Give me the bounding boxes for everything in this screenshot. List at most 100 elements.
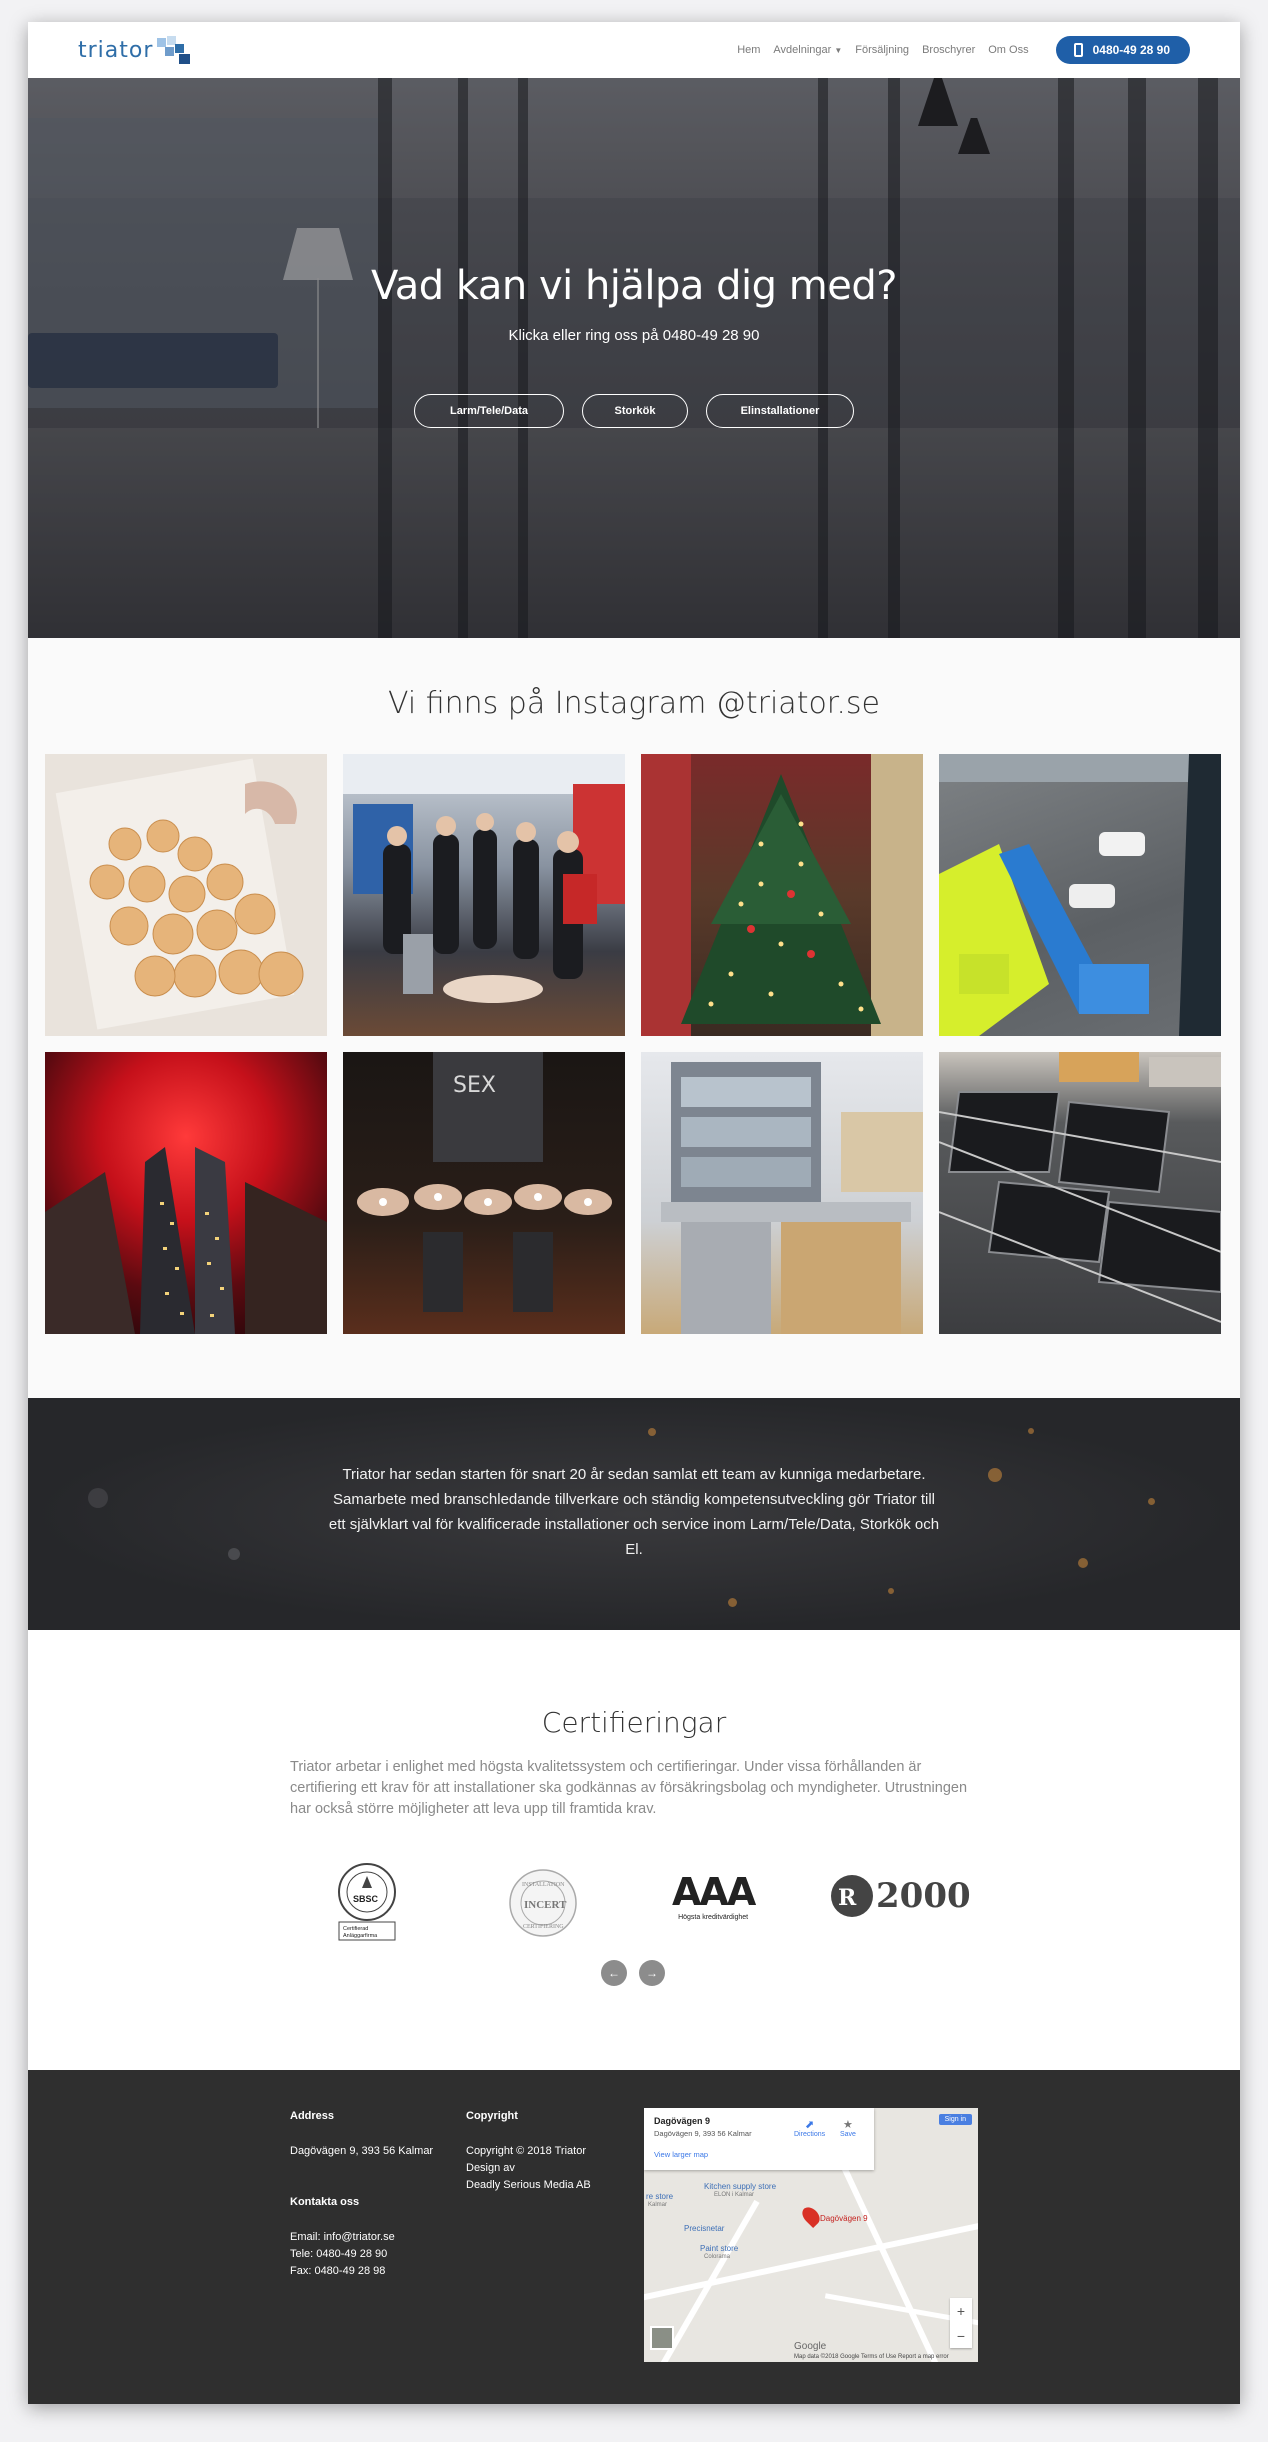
logo-mark-icon bbox=[155, 36, 191, 64]
logo-text: triator bbox=[78, 37, 154, 63]
map-signin-button[interactable]: Sign in bbox=[938, 2114, 972, 2125]
instagram-photo-solpaneler[interactable] bbox=[939, 1052, 1221, 1334]
phone-label: 0480-49 28 90 bbox=[1092, 43, 1170, 57]
storkok-button[interactable]: Storkök bbox=[582, 394, 688, 428]
footer-address-col: Address Dagövägen 9, 393 56 Kalmar Konta… bbox=[290, 2108, 433, 2280]
skylift-illustration bbox=[939, 754, 1221, 1036]
footer-address: Dagövägen 9, 393 56 Kalmar bbox=[290, 2145, 434, 2157]
aaa-logo: AAA Högsta kreditvärdighet bbox=[672, 1870, 756, 1921]
map-directions-button[interactable]: ⬈ Directions bbox=[794, 2118, 825, 2138]
instagram-title: Vi finns på Instagram @triator.se bbox=[387, 686, 881, 721]
carousel-arrows: ← → bbox=[601, 1960, 665, 1986]
bokeh-dot bbox=[988, 1468, 1002, 1482]
svg-text:R: R bbox=[838, 1885, 857, 1911]
map-zoom-control: + − bbox=[950, 2298, 972, 2348]
map-poi-store-sub: Kalmar bbox=[648, 2202, 668, 2208]
arrow-right-icon: → bbox=[646, 1966, 658, 1980]
kitchen-illustration bbox=[661, 1062, 923, 1334]
hero-title: Vad kan vi hjälpa dig med? bbox=[371, 263, 897, 309]
bokeh-dot bbox=[1078, 1558, 1088, 1568]
hero-buttons: Larm/Tele/Data Storkök Elinstallationer bbox=[28, 394, 1240, 428]
nav-item-hem[interactable]: Hem bbox=[737, 44, 760, 56]
instagram-photo-julgran[interactable] bbox=[641, 754, 923, 1036]
about-text: Triator har sedan starten för snart 20 å… bbox=[328, 1466, 940, 1558]
sbsc-logo: SBSC Certifierad Anläggarfirma bbox=[334, 1862, 400, 1947]
instagram-photo-haender[interactable]: SEX bbox=[343, 1052, 625, 1334]
site-footer: Address Dagövägen 9, 393 56 Kalmar Konta… bbox=[28, 2070, 1240, 2404]
fr2000-text: 2000 bbox=[876, 1876, 971, 1916]
elinstallationer-button[interactable]: Elinstallationer bbox=[706, 394, 854, 428]
footer-copyright-line2: Design av bbox=[466, 2162, 515, 2174]
logo[interactable]: triator bbox=[78, 36, 191, 64]
certifications-title: Certifieringar bbox=[541, 1706, 727, 1739]
footer-copyright-col: Copyright Copyright © 2018 Triator Desig… bbox=[466, 2108, 591, 2194]
footer-contact-heading: Kontakta oss bbox=[290, 2196, 360, 2208]
footer-copyright-line3[interactable]: Deadly Serious Media AB bbox=[466, 2177, 591, 2194]
zoom-out-icon[interactable]: − bbox=[957, 2328, 965, 2344]
aaa-text: AAA bbox=[672, 1870, 756, 1914]
map-poi-kitchen-sub: ELON i Kalmar bbox=[714, 2192, 755, 2198]
bokeh-dot bbox=[728, 1598, 737, 1607]
christmas-tree-illustration bbox=[641, 754, 923, 1036]
footer-tele[interactable]: Tele: 0480-49 28 90 bbox=[290, 2246, 433, 2263]
bokeh-dot bbox=[88, 1488, 108, 1508]
incert-text: INCERT bbox=[524, 1899, 567, 1911]
instagram-section: Vi finns på Instagram @triator.se SEX bbox=[28, 638, 1240, 1398]
nav-item-avdelningar[interactable]: Avdelningar ▼ bbox=[773, 44, 842, 56]
site-header: triator Hem Avdelningar ▼ Försäljning Bro… bbox=[28, 22, 1240, 78]
instagram-photo-storkok[interactable] bbox=[641, 1052, 923, 1334]
carousel-next-button[interactable]: → bbox=[639, 1960, 665, 1986]
instagram-photo-byggnad-roed[interactable] bbox=[45, 1052, 327, 1334]
bokeh-dot bbox=[648, 1428, 656, 1436]
map-save-button[interactable]: ★ Save bbox=[840, 2118, 856, 2138]
fr2000-logo: R 2000 bbox=[830, 1874, 971, 1918]
sbsc-sub2: Anläggarfirma bbox=[343, 1933, 378, 1939]
nav-item-broschyrer[interactable]: Broschyrer bbox=[922, 44, 975, 56]
satellite-toggle[interactable] bbox=[650, 2326, 674, 2350]
larm-tele-data-button[interactable]: Larm/Tele/Data bbox=[414, 394, 564, 428]
incert-logo: INSTALLATION INCERT CERTIFIERING bbox=[508, 1868, 578, 1943]
certification-logos: SBSC Certifierad Anläggarfirma INSTALLAT… bbox=[290, 1862, 980, 1942]
svg-text:SEX: SEX bbox=[453, 1073, 496, 1098]
google-map[interactable]: Dagövägen 9 Kitchen supply store ELON i … bbox=[644, 2108, 978, 2362]
tower-illustration bbox=[45, 1147, 327, 1334]
map-poi-paint-sub: Colorama bbox=[704, 2254, 731, 2260]
nav-item-om-oss[interactable]: Om Oss bbox=[988, 44, 1028, 56]
map-poi-paint: Paint store bbox=[700, 2244, 739, 2253]
map-larger-link[interactable]: View larger map bbox=[654, 2150, 864, 2159]
semlor-illustration bbox=[89, 781, 304, 998]
map-directions-label: Directions bbox=[794, 2131, 826, 2138]
sbsc-sub1: Certifierad bbox=[343, 1926, 368, 1932]
arrow-left-icon: ← bbox=[608, 1966, 620, 1980]
caret-down-icon: ▼ bbox=[834, 46, 843, 55]
map-poi-kitchen: Kitchen supply store bbox=[704, 2182, 777, 2191]
nav-item-forsaljning[interactable]: Försäljning bbox=[855, 44, 909, 56]
incert-top-text: INSTALLATION bbox=[522, 1882, 565, 1888]
training-illustration bbox=[343, 754, 625, 1003]
hero-content: Vad kan vi hjälpa dig med? Klicka eller … bbox=[28, 263, 1240, 428]
instagram-photo-utbildning[interactable] bbox=[343, 754, 625, 1036]
star-icon: ★ bbox=[843, 2119, 853, 2131]
google-brand: Google bbox=[794, 2341, 827, 2352]
map-info-card: Dagövägen 9 Dagövägen 9, 393 56 Kalmar V… bbox=[644, 2108, 874, 2170]
map-poi-store: re store bbox=[646, 2192, 674, 2201]
nav-item-label: Avdelningar bbox=[773, 44, 832, 56]
certifications-text: Triator arbetar i enlighet med högsta kv… bbox=[290, 1759, 968, 1817]
directions-icon: ⬈ bbox=[804, 2119, 815, 2131]
instagram-photo-skylift[interactable] bbox=[939, 754, 1221, 1036]
bokeh-dot bbox=[228, 1548, 240, 1560]
instagram-photo-semlor[interactable] bbox=[45, 754, 327, 1036]
phone-button[interactable]: 0480-49 28 90 bbox=[1055, 36, 1190, 64]
instagram-grid: SEX bbox=[45, 754, 1221, 1334]
bokeh-dot bbox=[1148, 1498, 1155, 1505]
footer-email[interactable]: Email: info@triator.se bbox=[290, 2229, 433, 2246]
page: triator Hem Avdelningar ▼ Försäljning Bro… bbox=[28, 22, 1240, 2404]
map-attribution: Map data ©2018 Google Terms of Use Repor… bbox=[794, 2354, 949, 2360]
main-nav: Hem Avdelningar ▼ Försäljning Broschyrer … bbox=[737, 36, 1190, 64]
bokeh-dot bbox=[888, 1588, 894, 1594]
certifications-section: Certifieringar Triator arbetar i enlighe… bbox=[28, 1630, 1240, 2070]
phone-icon bbox=[1073, 43, 1083, 57]
zoom-in-icon[interactable]: + bbox=[957, 2303, 965, 2319]
footer-address-heading: Address bbox=[290, 2110, 335, 2122]
carousel-prev-button[interactable]: ← bbox=[601, 1960, 627, 1986]
